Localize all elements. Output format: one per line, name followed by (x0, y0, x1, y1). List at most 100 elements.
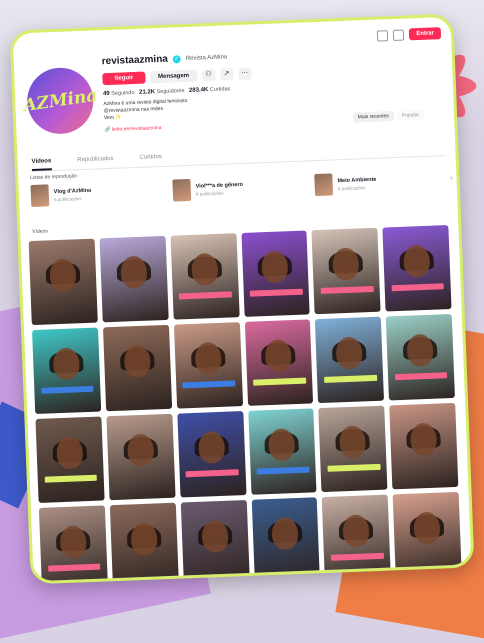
tab-reposts[interactable]: Republicados (77, 152, 114, 169)
thumbnail-figure (403, 245, 431, 279)
thumbnail-figure (265, 339, 293, 373)
sort-popular[interactable]: Popular (396, 109, 425, 121)
thumbnail-figure (342, 514, 370, 548)
playlists-label: Listas de reprodução (30, 173, 77, 182)
video-grid (28, 225, 462, 585)
video-thumbnail[interactable] (318, 405, 388, 493)
thumbnail-figure (49, 258, 77, 292)
video-thumbnail[interactable] (99, 235, 169, 323)
playlist-title: Viol***a de gênero (195, 181, 243, 190)
video-thumbnail[interactable] (240, 230, 310, 317)
video-thumbnail[interactable] (28, 238, 98, 326)
following-count: 49 (102, 90, 110, 98)
top-actions: Entrar (377, 27, 442, 42)
playlist-count: 6 publicações (53, 195, 82, 202)
verified-badge-icon: ✓ (172, 54, 182, 63)
videos-label: Vídeos (32, 228, 48, 235)
video-thumbnail[interactable] (244, 319, 314, 406)
followers-label: Seguidores (156, 88, 185, 96)
playlist-thumbnail (314, 173, 334, 197)
playlist-card[interactable]: Meio Ambiente 5 publicações (314, 169, 445, 197)
playlist-card[interactable]: Viol***a de gênero 8 publicações (172, 175, 303, 202)
thumbnail-caption-bar (47, 563, 101, 572)
bio: AzMina é uma revista digital feminista @… (103, 92, 354, 123)
thumbnail-figure (261, 250, 289, 284)
thumbnail-caption-bar (249, 288, 303, 297)
thumbnail-figure (339, 425, 367, 459)
thumbnail-figure (409, 422, 438, 456)
video-thumbnail[interactable] (102, 324, 172, 412)
thumbnail-caption-bar (320, 285, 374, 294)
thumbnail-figure (123, 344, 151, 378)
thumbnail-caption-bar (182, 380, 236, 389)
thumbnail-figure (406, 333, 434, 367)
thumbnail-figure (52, 347, 80, 381)
playlist-count: 5 publicações (337, 184, 366, 191)
sort-latest[interactable]: Mais recentes (352, 111, 395, 123)
video-thumbnail[interactable] (247, 408, 317, 495)
tab-liked[interactable]: Curtidos (139, 150, 162, 167)
thumbnail-figure (59, 525, 87, 559)
display-name: Revista AzMina (185, 53, 228, 62)
login-button[interactable]: Entrar (409, 27, 442, 41)
playlist-title: Meio Ambiente (337, 176, 377, 184)
followers-count: 21.2K (138, 89, 156, 96)
username: revistaazmina (101, 53, 169, 68)
message-button[interactable]: Mensagem (149, 69, 198, 84)
video-thumbnail[interactable] (177, 411, 247, 498)
video-thumbnail[interactable] (109, 502, 179, 585)
menu-icon[interactable] (393, 29, 405, 41)
thumbnail-figure (130, 522, 158, 556)
video-thumbnail[interactable] (35, 416, 105, 503)
thumbnail-figure (332, 247, 360, 281)
thumbnail-caption-bar (253, 377, 307, 386)
thumbnail-figure (126, 433, 155, 467)
tablet-screen: Entrar AZMina revistaazmina ✓ Revista Az… (9, 13, 475, 585)
video-thumbnail[interactable] (311, 227, 381, 315)
video-thumbnail[interactable] (38, 505, 108, 585)
thumbnail-figure (194, 342, 222, 376)
playlist-title: Vlog d'AzMina (53, 187, 92, 195)
video-thumbnail[interactable] (106, 413, 176, 501)
video-thumbnail[interactable] (321, 494, 391, 582)
thumbnail-caption-bar (40, 385, 94, 394)
likes-label: Curtidas (209, 86, 231, 94)
video-thumbnail[interactable] (180, 499, 250, 585)
following-label: Seguindo (111, 89, 135, 97)
video-thumbnail[interactable] (392, 491, 462, 579)
thumbnail-figure (335, 336, 363, 370)
thumbnail-figure (120, 255, 148, 289)
video-thumbnail[interactable] (170, 233, 240, 320)
thumbnail-figure (56, 436, 84, 470)
playlist-card[interactable]: Vlog d'AzMina 6 publicações (30, 180, 161, 208)
video-thumbnail[interactable] (389, 402, 459, 490)
thumbnail-figure (268, 428, 296, 462)
add-friend-icon[interactable]: ⚇ (201, 68, 216, 82)
upload-icon[interactable] (377, 29, 389, 42)
thumbnail-caption-bar (185, 469, 239, 478)
follow-button[interactable]: Seguir (102, 71, 146, 86)
video-thumbnail[interactable] (385, 313, 455, 401)
avatar[interactable]: AZMina (22, 66, 98, 136)
video-thumbnail[interactable] (32, 327, 102, 415)
playlists: Vlog d'AzMina 6 publicações Viol***a de … (30, 169, 445, 208)
tab-videos[interactable]: Vídeos (31, 154, 52, 171)
video-thumbnail[interactable] (173, 322, 243, 409)
share-icon[interactable]: ↗ (219, 68, 234, 81)
chevron-right-icon[interactable]: › (450, 175, 453, 182)
thumbnail-figure (271, 517, 300, 551)
thumbnail-figure (413, 511, 441, 545)
video-thumbnail[interactable] (251, 497, 321, 584)
brand-logo: AZMina (22, 85, 99, 117)
thumbnail-caption-bar (256, 466, 310, 475)
thumbnail-caption-bar (178, 291, 232, 300)
profile-info: revistaazmina ✓ Revista AzMina Seguir Me… (101, 47, 355, 133)
more-icon[interactable]: ⋯ (237, 67, 252, 80)
video-thumbnail[interactable] (382, 225, 452, 312)
video-thumbnail[interactable] (315, 316, 385, 404)
sort-toggle: Mais recentes Popular (352, 109, 425, 123)
likes-count: 283.4K (188, 87, 209, 94)
playlist-count: 8 publicações (195, 190, 224, 197)
thumbnail-figure (201, 520, 229, 553)
thumbnail-caption-bar (44, 474, 98, 483)
